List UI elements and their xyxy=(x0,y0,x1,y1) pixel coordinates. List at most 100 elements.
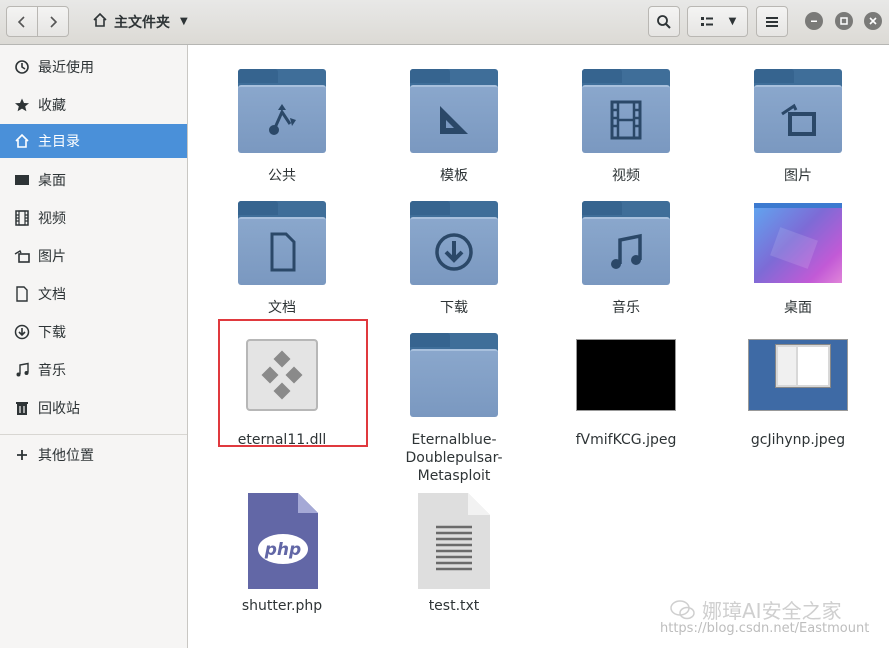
file-name: 桌面 xyxy=(784,300,812,316)
sidebar-item-label: 主目录 xyxy=(38,134,80,150)
trash-icon xyxy=(14,400,30,416)
sidebar-item-label: 文档 xyxy=(38,287,66,303)
file-name: fVmifKCG.jpeg xyxy=(575,432,677,448)
sidebar-item-home[interactable]: 主目录 xyxy=(0,124,187,158)
file-item-downloads[interactable]: 下载 xyxy=(389,193,519,317)
file-item-documents[interactable]: 文档 xyxy=(217,193,347,317)
image-thumbnail xyxy=(748,325,848,425)
video-icon xyxy=(610,100,642,140)
image-thumbnail xyxy=(576,325,676,425)
sidebar-item-label: 最近使用 xyxy=(38,60,94,76)
file-name: 模板 xyxy=(440,168,468,184)
back-button[interactable] xyxy=(6,6,38,37)
file-name: test.txt xyxy=(428,598,480,614)
header-bar: 主文件夹 ▼ ▼ xyxy=(0,0,889,45)
folder-icon xyxy=(404,61,504,161)
folder-icon xyxy=(748,61,848,161)
recent-icon xyxy=(14,59,30,75)
file-item-fvmifkcg-jpeg[interactable]: fVmifKCG.jpeg xyxy=(561,325,691,449)
wechat-icon xyxy=(670,599,695,619)
php-badge: php xyxy=(264,540,301,560)
minimize-button[interactable] xyxy=(805,12,823,30)
list-view-icon xyxy=(700,16,713,26)
chevron-left-icon xyxy=(17,15,25,28)
folder-icon xyxy=(404,325,504,425)
location-button[interactable]: 主文件夹 ▼ xyxy=(86,6,194,37)
file-name: 文档 xyxy=(268,300,296,316)
forward-button[interactable] xyxy=(37,6,69,37)
video-icon xyxy=(14,210,30,226)
search-icon xyxy=(657,14,671,29)
music-icon xyxy=(14,362,30,378)
file-name: Eternalblue-Doublepulsar-Metasploit xyxy=(405,432,503,484)
sidebar-item-label: 桌面 xyxy=(38,173,66,189)
home-icon xyxy=(92,12,108,32)
folder-icon xyxy=(232,61,332,161)
plus-icon xyxy=(14,447,30,463)
file-name: 下载 xyxy=(440,300,468,316)
star-icon xyxy=(14,97,30,113)
sidebar: 最近使用 收藏 主目录 桌面 视频 图片 文档 下载 音乐 回收站 其他位置 xyxy=(0,45,188,648)
location-label: 主文件夹 xyxy=(114,14,170,31)
sidebar-item-starred[interactable]: 收藏 xyxy=(0,88,187,122)
file-name: 公共 xyxy=(268,168,296,184)
sidebar-item-music[interactable]: 音乐 xyxy=(0,353,187,387)
menu-button[interactable] xyxy=(756,6,788,37)
desktop-thumbnail xyxy=(748,193,848,293)
text-file-icon xyxy=(404,491,504,591)
hamburger-icon xyxy=(766,16,778,27)
folder-icon xyxy=(576,193,676,293)
file-item-public[interactable]: 公共 xyxy=(217,61,347,185)
sidebar-item-label: 视频 xyxy=(38,211,66,227)
file-item-shutter-php[interactable]: php shutter.php xyxy=(217,491,347,615)
sidebar-item-label: 音乐 xyxy=(38,363,66,379)
chevron-right-icon xyxy=(50,15,58,28)
php-file-icon: php xyxy=(232,491,332,591)
file-name: gcJihynp.jpeg xyxy=(750,432,846,448)
close-button[interactable] xyxy=(864,12,882,30)
search-button[interactable] xyxy=(648,6,680,37)
sidebar-item-documents[interactable]: 文档 xyxy=(0,277,187,311)
file-name: 视频 xyxy=(612,168,640,184)
file-item-gcjihynp-jpeg[interactable]: gcJihynp.jpeg xyxy=(733,325,863,449)
file-name: shutter.php xyxy=(241,598,323,614)
minimize-icon xyxy=(811,20,817,22)
folder-icon xyxy=(576,61,676,161)
file-name: 音乐 xyxy=(612,300,640,316)
folder-icon xyxy=(404,193,504,293)
sidebar-separator xyxy=(0,434,187,435)
file-item-eternalblue-folder[interactable]: Eternalblue-Doublepulsar-Metasploit xyxy=(389,325,519,485)
close-icon xyxy=(869,17,877,25)
file-name: 图片 xyxy=(784,168,812,184)
sidebar-item-label: 图片 xyxy=(38,249,66,265)
file-item-templates[interactable]: 模板 xyxy=(389,61,519,185)
maximize-button[interactable] xyxy=(835,12,853,30)
file-item-music[interactable]: 音乐 xyxy=(561,193,691,317)
watermark-url: https://blog.csdn.net/Eastmount xyxy=(660,621,870,636)
share-icon xyxy=(269,104,296,135)
sidebar-item-other-locations[interactable]: 其他位置 xyxy=(0,438,187,472)
sidebar-item-label: 下载 xyxy=(38,325,66,341)
file-item-pictures[interactable]: 图片 xyxy=(733,61,863,185)
highlight-box xyxy=(218,319,368,447)
sidebar-item-label: 回收站 xyxy=(38,401,80,417)
caret-down-icon: ▼ xyxy=(180,16,188,27)
watermark: 娜璋AI安全之家 xyxy=(670,595,842,624)
sidebar-item-downloads[interactable]: 下载 xyxy=(0,315,187,349)
sidebar-item-videos[interactable]: 视频 xyxy=(0,201,187,235)
sidebar-item-desktop[interactable]: 桌面 xyxy=(0,163,187,197)
sidebar-item-pictures[interactable]: 图片 xyxy=(0,239,187,273)
sidebar-item-trash[interactable]: 回收站 xyxy=(0,391,187,425)
music-icon xyxy=(611,233,642,269)
file-item-test-txt[interactable]: test.txt xyxy=(389,491,519,615)
view-options-button[interactable]: ▼ xyxy=(687,6,748,37)
watermark-text: 娜璋AI安全之家 xyxy=(702,599,842,623)
file-item-desktop[interactable]: 桌面 xyxy=(733,193,863,317)
picture-icon xyxy=(14,248,30,264)
document-icon xyxy=(14,286,30,302)
download-icon xyxy=(14,324,30,340)
folder-icon xyxy=(232,193,332,293)
sidebar-item-recent[interactable]: 最近使用 xyxy=(0,50,187,84)
file-item-videos[interactable]: 视频 xyxy=(561,61,691,185)
document-icon xyxy=(270,232,296,272)
